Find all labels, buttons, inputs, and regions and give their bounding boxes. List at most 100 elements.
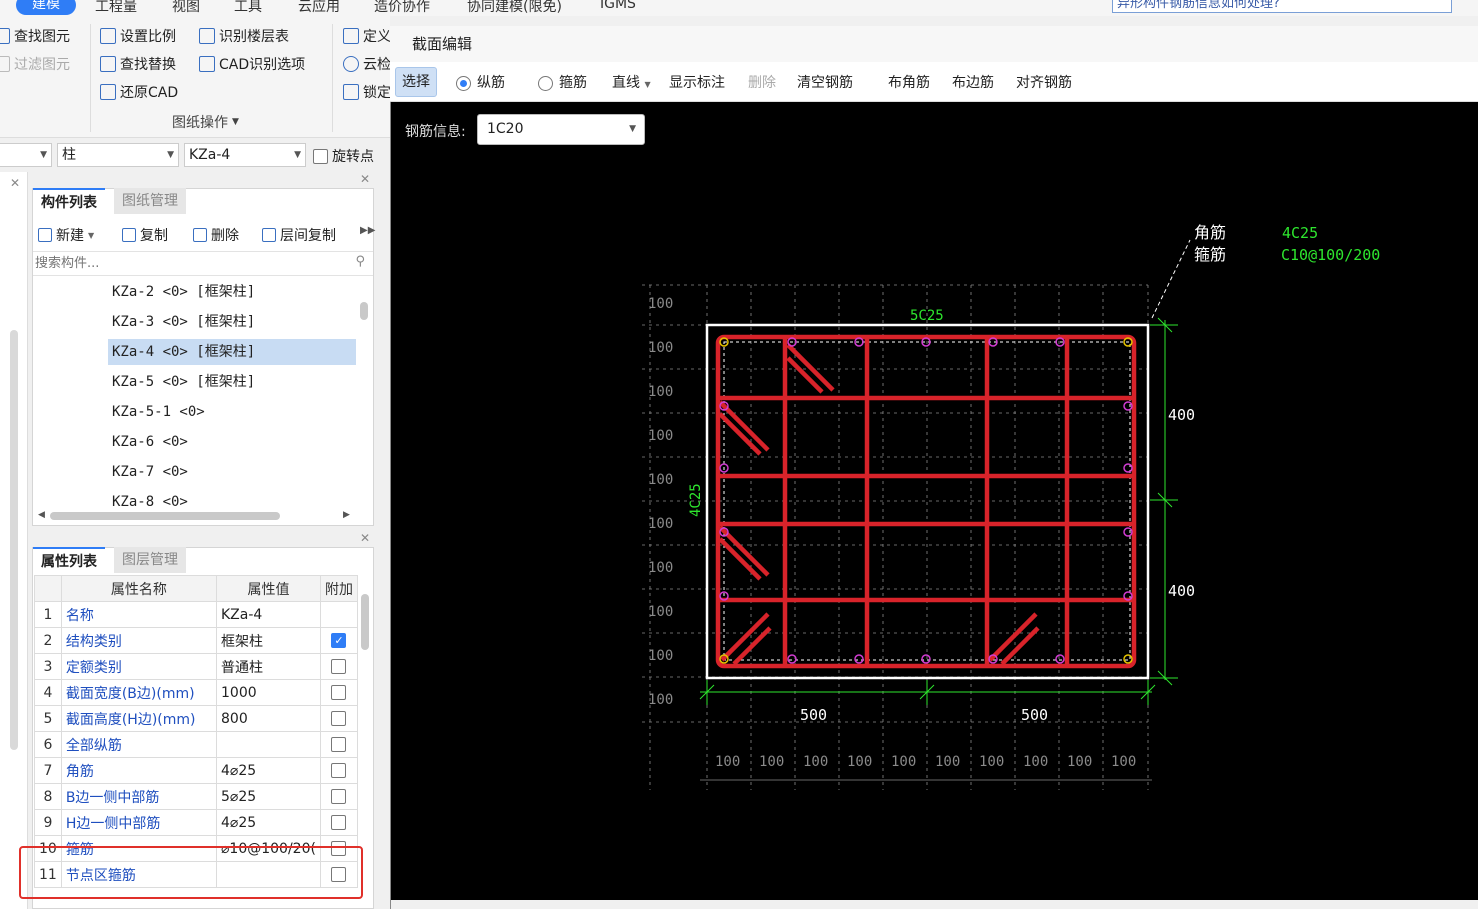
checkbox[interactable]	[331, 659, 347, 674]
checkbox[interactable]	[331, 737, 347, 752]
rotate-point-checkbox[interactable]: 旋转点	[313, 146, 374, 166]
search-input[interactable]	[33, 252, 333, 275]
table-row[interactable]: 2 结构类别 框架柱 ✓	[34, 627, 359, 654]
close-icon[interactable]: ✕	[10, 176, 20, 190]
floor-select[interactable]: ▼	[0, 143, 52, 167]
table-row[interactable]: 5 截面高度(H边)(mm) 800	[34, 705, 359, 732]
clear-rebar-button[interactable]: 清空钢筋	[797, 72, 853, 92]
property-value[interactable]: 框架柱	[216, 627, 321, 654]
filter-element-button[interactable]: 过滤图元	[0, 54, 70, 74]
list-item[interactable]: KZa-6 <0>	[108, 429, 188, 455]
property-value[interactable]: 普通柱	[216, 653, 321, 680]
align-rebar-button[interactable]: 对齐钢筋	[1016, 72, 1072, 92]
drawing-ops-group[interactable]: 图纸操作 ▼	[172, 112, 239, 132]
menu-view[interactable]: 视图	[172, 0, 200, 16]
scrollbar[interactable]	[361, 594, 369, 650]
tab-drawing-management[interactable]: 图纸管理	[114, 188, 186, 214]
radio[interactable]	[456, 75, 471, 91]
edge-rebar-button[interactable]: 布边筋	[952, 72, 994, 92]
scrollbar[interactable]	[50, 512, 280, 520]
identify-floor-table-button[interactable]: 识别楼层表	[199, 26, 289, 46]
list-item[interactable]: KZa-7 <0>	[108, 459, 188, 485]
delete-rebar-button[interactable]: 删除	[748, 72, 776, 92]
table-row[interactable]: 8 B边一侧中部筋 5⌀25	[34, 783, 359, 810]
table-row[interactable]: 3 定额类别 普通柱	[34, 653, 359, 680]
new-button[interactable]: 新建 ▼	[38, 225, 94, 245]
list-item[interactable]: KZa-5-1 <0>	[108, 399, 205, 425]
menu-quantity[interactable]: 工程量	[95, 0, 137, 16]
type-select[interactable]: 柱 ▼	[57, 143, 179, 167]
table-row[interactable]: 9 H边一侧中部筋 4⌀25	[34, 809, 359, 836]
select-button[interactable]: 选择	[395, 67, 437, 97]
delete-button[interactable]: 删除	[193, 225, 239, 245]
component-search[interactable]: ⚲	[33, 251, 373, 276]
col-extra: 附加	[319, 575, 359, 602]
checkbox[interactable]	[331, 711, 347, 726]
set-scale-button[interactable]: 设置比例	[100, 26, 176, 46]
checkbox[interactable]	[331, 763, 347, 778]
show-labels-button[interactable]: 显示标注	[669, 72, 725, 92]
list-item[interactable]: KZa-5 <0> [框架柱]	[108, 369, 255, 395]
menu-jianmo[interactable]: 建模	[16, 0, 76, 15]
lock-button[interactable]: 锁定	[343, 82, 391, 102]
find-icon	[0, 28, 10, 44]
cad-canvas[interactable]: 100 100 100 100 100 100 100 100 100 100 100 100 100 1…	[391, 150, 1478, 909]
tab-component-list[interactable]: 构件列表	[33, 188, 105, 214]
tab-layer-management[interactable]: 图层管理	[114, 547, 186, 573]
property-value[interactable]: 1000	[216, 679, 321, 706]
scrollbar[interactable]	[360, 302, 368, 320]
property-value[interactable]: 5⌀25	[216, 783, 321, 810]
cloud-check-button[interactable]: 云检	[343, 54, 391, 74]
table-row[interactable]: 7 角筋 4⌀25	[34, 757, 359, 784]
menu-collab-modeling[interactable]: 协同建模(限免)	[467, 0, 562, 16]
list-item[interactable]: KZa-8 <0>	[108, 489, 188, 509]
corner-rebar-button[interactable]: 布角筋	[888, 72, 930, 92]
define-button[interactable]: 定义	[343, 26, 391, 46]
tab-property-list[interactable]: 属性列表	[33, 547, 105, 573]
menu-cost-collab[interactable]: 造价协作	[374, 0, 430, 16]
table-row[interactable]: 6 全部纵筋	[34, 731, 359, 758]
property-value[interactable]: KZa-4	[216, 601, 321, 628]
more-icon[interactable]: ▶▶	[360, 225, 375, 236]
table-row[interactable]: 1 名称 KZa-4	[34, 601, 359, 628]
floor-copy-button[interactable]: 层间复制	[262, 225, 336, 245]
menu-cloud[interactable]: 云应用	[298, 0, 340, 16]
list-item[interactable]: KZa-2 <0> [框架柱]	[108, 279, 255, 305]
checkbox[interactable]	[331, 685, 347, 700]
property-value[interactable]: 4⌀25	[216, 757, 321, 784]
checkbox[interactable]	[313, 148, 328, 164]
rebar-info-select[interactable]: 1C20 ▼	[477, 114, 645, 145]
mid-rebar-point	[1123, 527, 1133, 537]
table-row[interactable]: 4 截面宽度(B边)(mm) 1000	[34, 679, 359, 706]
element-select[interactable]: KZa-4 ▼	[184, 143, 306, 167]
close-icon[interactable]: ✕	[360, 531, 370, 545]
property-value[interactable]: 800	[216, 705, 321, 732]
scroll-right-icon[interactable]: ▶	[343, 510, 350, 520]
longitudinal-radio[interactable]: 纵筋	[456, 72, 505, 92]
stirrup-hook	[732, 626, 772, 666]
help-search-input[interactable]: 异形构件钢筋信息如何处理?	[1112, 0, 1452, 13]
find-element-button[interactable]: 查找图元	[0, 26, 70, 46]
menu-igms[interactable]: IGMS	[600, 0, 636, 12]
radio[interactable]	[538, 75, 553, 91]
scrollbar[interactable]	[10, 330, 18, 750]
list-item[interactable]: KZa-3 <0> [框架柱]	[108, 309, 255, 335]
checkbox[interactable]	[331, 815, 347, 830]
search-icon[interactable]: ⚲	[355, 254, 365, 269]
copy-button[interactable]: 复制	[122, 225, 168, 245]
stirrup-label: 箍筋	[1194, 245, 1226, 264]
property-value[interactable]	[216, 731, 321, 758]
checkbox[interactable]	[331, 789, 347, 804]
checkbox[interactable]: ✓	[331, 633, 347, 648]
property-value[interactable]: 4⌀25	[216, 809, 321, 836]
cad-options-button[interactable]: CAD识别选项	[199, 54, 305, 74]
stirrup-radio[interactable]: 箍筋	[538, 72, 587, 92]
restore-cad-button[interactable]: 还原CAD	[100, 82, 178, 102]
list-item-selected[interactable]: KZa-4 <0> [框架柱]	[108, 339, 356, 365]
line-dropdown[interactable]: 直线 ▼	[612, 72, 651, 92]
menu-tools[interactable]: 工具	[234, 0, 262, 16]
property-extra	[319, 757, 359, 784]
close-icon[interactable]: ✕	[360, 172, 370, 186]
find-replace-button[interactable]: 查找替换	[100, 54, 176, 74]
scroll-left-icon[interactable]: ◀	[38, 510, 45, 520]
